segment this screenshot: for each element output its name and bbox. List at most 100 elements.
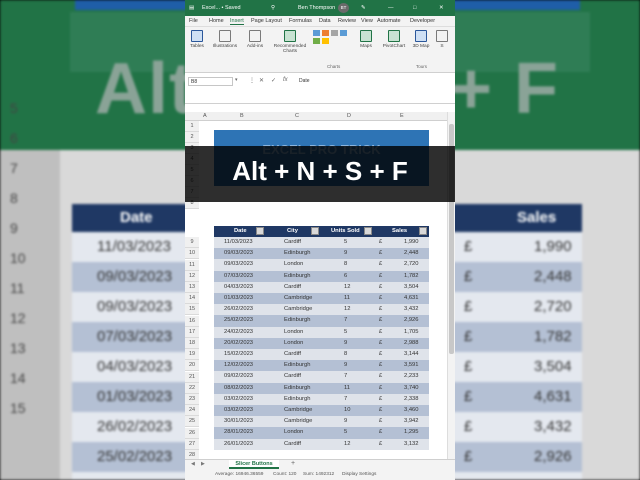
add-ins-button[interactable]: Add-ins — [243, 30, 267, 49]
column-c[interactable]: C — [295, 113, 299, 119]
menu-automate[interactable]: Automate — [377, 18, 401, 24]
3d-map-button[interactable]: 3D Map — [412, 30, 430, 49]
header-city: City — [287, 228, 298, 234]
table-row[interactable]: 25/02/2023 Edinburgh 7 £2,926 — [214, 315, 429, 327]
table-row[interactable]: 24/02/2023 London 5 £1,705 — [214, 326, 429, 338]
table-row[interactable]: 09/03/2023 London 8 £2,720 — [214, 259, 429, 271]
cell-units-sold: 10 — [344, 407, 351, 413]
table-row[interactable]: 11/03/2023 Cardiff 5 £1,990 — [214, 237, 429, 249]
menu-review[interactable]: Review — [338, 18, 356, 24]
cell-currency: £ — [379, 328, 383, 335]
formula-bar: B8 ▾ ⋮ ✕ ✓ fx Date — [185, 74, 455, 104]
table-row[interactable]: 09/03/2023 Edinburgh 9 £2,448 — [214, 248, 429, 260]
menu-home[interactable]: Home — [209, 18, 224, 24]
enter-icon[interactable]: ✓ — [271, 77, 276, 84]
table-row[interactable]: 04/03/2023 Cardiff 12 £3,504 — [214, 281, 429, 293]
row-header[interactable]: 13 — [185, 282, 199, 293]
menu-formulas[interactable]: Formulas — [289, 18, 312, 24]
sheet-tab-slicer-buttons[interactable]: Slicer Buttons — [229, 460, 279, 469]
menu-data[interactable]: Data — [319, 18, 331, 24]
table-row[interactable]: 03/02/2023 Edinburgh 7 £2,338 — [214, 393, 429, 405]
tables-button[interactable]: Tables — [188, 30, 206, 49]
table-row[interactable]: 03/02/2023 Cambridge 10 £3,460 — [214, 405, 429, 417]
close-icon[interactable]: ✕ — [439, 5, 444, 11]
table-row[interactable]: 28/01/2023 London 5 £1,295 — [214, 427, 429, 439]
name-box-dropdown-icon[interactable]: ▾ — [235, 77, 238, 83]
row-header[interactable]: 12 — [185, 270, 199, 282]
row-header[interactable]: 9 — [185, 237, 199, 249]
row-header[interactable]: 21 — [185, 371, 199, 383]
autosave-icon[interactable]: ▤ — [189, 5, 194, 11]
bar-chart-icon[interactable] — [340, 30, 347, 36]
scatter-chart-icon[interactable] — [322, 38, 329, 44]
menu-developer[interactable]: Developer — [410, 18, 435, 24]
row-header[interactable]: 23 — [185, 394, 199, 405]
row-header[interactable]: 16 — [185, 315, 199, 327]
row-header[interactable]: 17 — [185, 326, 199, 338]
row-header[interactable]: 27 — [185, 438, 199, 450]
menu-file[interactable]: File — [189, 18, 198, 24]
maps-button[interactable]: Maps — [357, 30, 375, 49]
bg-cell-currency: £ — [464, 358, 473, 375]
row-header[interactable]: 22 — [185, 382, 199, 394]
formula-input[interactable]: Date — [299, 78, 310, 84]
display-settings-button[interactable]: Display Settings — [342, 472, 376, 477]
table-row[interactable]: 12/02/2023 Edinburgh 9 £3,591 — [214, 360, 429, 372]
row-header[interactable]: 10 — [185, 248, 199, 260]
menu-insert[interactable]: Insert — [230, 18, 244, 25]
illustrations-button[interactable]: Illustrations — [209, 30, 241, 49]
table-row[interactable]: 08/02/2023 Edinburgh 11 £3,740 — [214, 382, 429, 394]
column-chart-icon[interactable] — [313, 30, 320, 36]
minimize-icon[interactable]: — — [388, 5, 394, 11]
next-sheet-icon[interactable]: ▶ — [201, 461, 205, 467]
filter-dropdown-icon[interactable] — [364, 227, 372, 235]
chart-types-gallery[interactable] — [313, 30, 353, 44]
column-b[interactable]: B — [240, 113, 244, 119]
filter-dropdown-icon[interactable] — [311, 227, 319, 235]
pivotchart-button[interactable]: PivotChart — [376, 30, 412, 49]
table-row[interactable]: 20/02/2023 London 9 £2,988 — [214, 337, 429, 349]
fx-icon[interactable]: fx — [283, 77, 288, 83]
pie-chart-icon[interactable] — [331, 30, 338, 36]
menu-page-layout[interactable]: Page Layout — [251, 18, 282, 24]
recommended-charts-button[interactable]: Recommended Charts — [270, 30, 310, 54]
row-header[interactable]: 20 — [185, 360, 199, 372]
line-chart-icon[interactable] — [322, 30, 329, 36]
table-row[interactable]: 15/02/2023 Cardiff 8 £3,144 — [214, 349, 429, 361]
restore-icon[interactable]: □ — [413, 5, 416, 11]
row-header[interactable]: 1 — [185, 121, 199, 132]
avatar[interactable]: BT — [338, 3, 349, 13]
table-row[interactable]: 26/02/2023 Cambridge 12 £3,432 — [214, 304, 429, 316]
row-header[interactable]: 24 — [185, 405, 199, 417]
filter-dropdown-icon[interactable] — [419, 227, 427, 235]
prev-sheet-icon[interactable]: ◀ — [191, 461, 195, 467]
row-header[interactable]: 18 — [185, 338, 199, 349]
name-box[interactable]: B8 — [188, 77, 233, 86]
table-row[interactable]: 07/03/2023 Edinburgh 6 £1,782 — [214, 270, 429, 282]
row-header[interactable]: 25 — [185, 416, 199, 428]
menu-view[interactable]: View — [361, 18, 373, 24]
table-row[interactable]: 09/02/2023 Cardiff 7 £2,233 — [214, 371, 429, 383]
table-row[interactable]: 26/01/2023 Cardiff 12 £3,132 — [214, 438, 429, 450]
cancel-icon[interactable]: ✕ — [259, 77, 264, 84]
sparklines-button[interactable]: S — [435, 30, 449, 49]
row-header[interactable]: 11 — [185, 259, 199, 271]
row-header[interactable]: 15 — [185, 304, 199, 316]
column-a[interactable]: A — [203, 113, 207, 119]
more-icon[interactable]: ⋮ — [249, 77, 255, 84]
row-header[interactable]: 28 — [185, 450, 199, 459]
add-sheet-button[interactable]: + — [291, 460, 295, 467]
search-icon[interactable]: ⚲ — [271, 5, 275, 11]
row-header[interactable]: 2 — [185, 132, 199, 143]
row-header[interactable]: 14 — [185, 293, 199, 305]
pen-icon[interactable]: ✎ — [361, 5, 366, 11]
row-header[interactable]: 26 — [185, 427, 199, 439]
table-row[interactable]: 01/03/2023 Cambridge 11 £4,631 — [214, 293, 429, 305]
area-chart-icon[interactable] — [313, 38, 320, 44]
filter-dropdown-icon[interactable] — [256, 227, 264, 235]
column-d[interactable]: D — [347, 113, 351, 119]
charts-group-label: Charts — [327, 64, 341, 69]
row-header[interactable]: 19 — [185, 349, 199, 361]
table-row[interactable]: 30/01/2023 Cambridge 9 £3,942 — [214, 416, 429, 428]
column-e[interactable]: E — [400, 113, 404, 119]
